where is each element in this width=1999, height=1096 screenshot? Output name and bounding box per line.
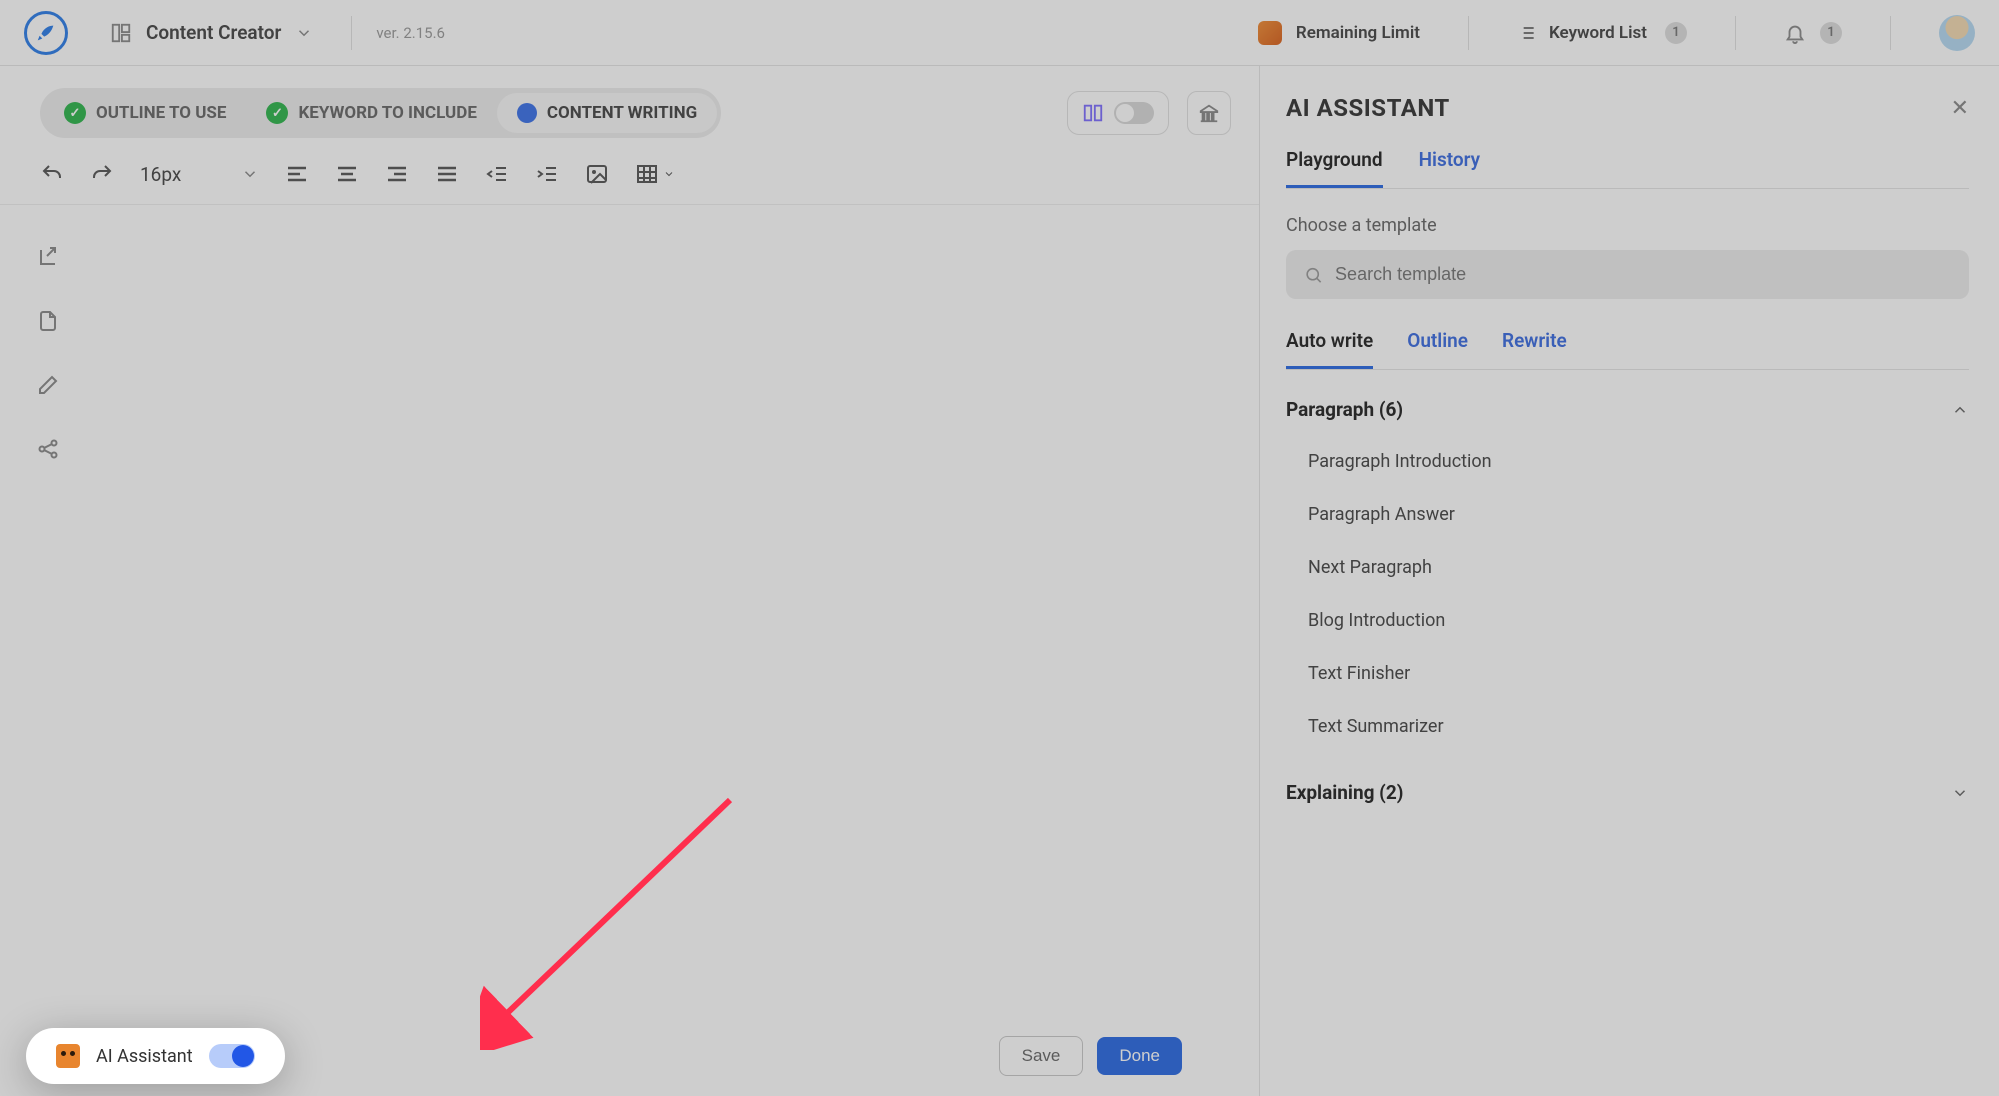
subtab-outline[interactable]: Outline: [1407, 329, 1468, 369]
share-icon[interactable]: [36, 437, 60, 461]
topbar-right: Remaining Limit Keyword List 1 1: [1258, 15, 1975, 51]
align-right-icon[interactable]: [385, 162, 409, 186]
avatar[interactable]: [1939, 15, 1975, 51]
table-icon: [635, 162, 659, 186]
section-paragraph[interactable]: Paragraph (6): [1286, 398, 1969, 421]
align-center-icon[interactable]: [335, 162, 359, 186]
editor-column: OUTLINE TO USE KEYWORD TO INCLUDE CONTEN…: [0, 66, 1259, 1096]
section-explaining-title: Explaining (2): [1286, 781, 1403, 804]
list-icon: [1517, 23, 1537, 43]
brand-title: Content Creator: [146, 21, 281, 44]
import-icon[interactable]: [36, 245, 60, 269]
template-item[interactable]: Text Summarizer: [1286, 700, 1969, 753]
main-layout: OUTLINE TO USE KEYWORD TO INCLUDE CONTEN…: [0, 66, 1999, 1096]
divider: [351, 16, 352, 50]
section-explaining[interactable]: Explaining (2): [1286, 781, 1969, 804]
chevron-down-icon: [295, 24, 313, 42]
layout-switch[interactable]: [1114, 102, 1154, 124]
chevron-down-icon: [663, 168, 675, 180]
check-icon: [64, 102, 86, 124]
notifications-button[interactable]: 1: [1784, 22, 1842, 44]
indent-icon[interactable]: [535, 162, 559, 186]
choose-template-label: Choose a template: [1286, 215, 1969, 236]
subtab-rewrite[interactable]: Rewrite: [1502, 329, 1567, 369]
chevron-down-icon: [241, 165, 259, 183]
chevron-up-icon: [1951, 401, 1969, 419]
align-left-icon[interactable]: [285, 162, 309, 186]
template-item[interactable]: Blog Introduction: [1286, 594, 1969, 647]
ai-assistant-chip[interactable]: AI Assistant: [26, 1028, 285, 1084]
bell-icon: [1784, 22, 1806, 44]
step-row: OUTLINE TO USE KEYWORD TO INCLUDE CONTEN…: [0, 66, 1259, 148]
edit-icon[interactable]: [36, 373, 60, 397]
done-button[interactable]: Done: [1097, 1037, 1182, 1075]
tab-playground[interactable]: Playground: [1286, 148, 1383, 188]
left-rail: [0, 205, 96, 1096]
panel-tabs: Playground History: [1286, 148, 1969, 189]
topbar: Content Creator ver. 2.15.6 Remaining Li…: [0, 0, 1999, 66]
brand-selector[interactable]: Content Creator: [96, 13, 327, 52]
feather-icon: [35, 22, 57, 44]
keyword-list-button[interactable]: Keyword List 1: [1517, 22, 1687, 44]
font-size-value: 16px: [140, 163, 181, 186]
two-column-icon: [1082, 102, 1104, 124]
paragraph-templates: Paragraph Introduction Paragraph Answer …: [1286, 435, 1969, 753]
export-icon[interactable]: [36, 309, 60, 333]
section-paragraph-title: Paragraph (6): [1286, 398, 1403, 421]
editor-toolbar: 16px: [0, 148, 1259, 205]
bot-icon: [56, 1044, 80, 1068]
subtab-auto[interactable]: Auto write: [1286, 329, 1373, 369]
outdent-icon[interactable]: [485, 162, 509, 186]
tab-history[interactable]: History: [1419, 148, 1481, 188]
editor-canvas[interactable]: [96, 205, 1259, 1096]
undo-icon[interactable]: [40, 162, 64, 186]
template-subtabs: Auto write Outline Rewrite: [1286, 329, 1969, 370]
redo-icon[interactable]: [90, 162, 114, 186]
layout-icon: [110, 22, 132, 44]
dot-icon: [517, 103, 537, 123]
ai-toggle[interactable]: [209, 1044, 255, 1068]
template-search-input[interactable]: [1335, 264, 1951, 285]
notif-badge: 1: [1820, 22, 1842, 44]
template-item[interactable]: Paragraph Introduction: [1286, 435, 1969, 488]
check-icon: [266, 102, 288, 124]
app-logo[interactable]: [24, 11, 68, 55]
search-icon: [1304, 265, 1323, 285]
template-item[interactable]: Paragraph Answer: [1286, 488, 1969, 541]
editor-body: [0, 205, 1259, 1096]
credit-icon: [1258, 21, 1282, 45]
keyword-badge: 1: [1665, 22, 1687, 44]
divider: [1468, 16, 1469, 50]
chevron-down-icon: [1951, 784, 1969, 802]
step-content-label: CONTENT WRITING: [547, 103, 697, 123]
bottom-bar: AI Assistant Save Done: [0, 1028, 1212, 1084]
template-search[interactable]: [1286, 250, 1969, 299]
version-label: ver. 2.15.6: [376, 24, 445, 42]
close-icon[interactable]: ✕: [1951, 96, 1969, 121]
template-item[interactable]: Text Finisher: [1286, 647, 1969, 700]
step-keyword-label: KEYWORD TO INCLUDE: [298, 103, 476, 123]
assistant-panel: AI ASSISTANT ✕ Playground History Choose…: [1259, 66, 1999, 1096]
bank-icon: [1198, 102, 1220, 124]
table-dropdown[interactable]: [635, 162, 675, 186]
layout-toggle[interactable]: [1067, 91, 1169, 135]
panel-title: AI ASSISTANT: [1286, 94, 1450, 122]
step-outline[interactable]: OUTLINE TO USE: [44, 92, 246, 134]
step-outline-label: OUTLINE TO USE: [96, 103, 226, 123]
library-button[interactable]: [1187, 91, 1231, 135]
keyword-list-label: Keyword List: [1549, 23, 1647, 43]
save-button[interactable]: Save: [999, 1036, 1084, 1076]
align-justify-icon[interactable]: [435, 162, 459, 186]
image-icon[interactable]: [585, 162, 609, 186]
font-size-select[interactable]: 16px: [140, 163, 259, 186]
divider: [1735, 16, 1736, 50]
divider: [1890, 16, 1891, 50]
remaining-limit[interactable]: Remaining Limit: [1258, 21, 1420, 45]
ai-assistant-label: AI Assistant: [96, 1046, 193, 1067]
step-pills: OUTLINE TO USE KEYWORD TO INCLUDE CONTEN…: [40, 88, 721, 138]
step-keyword[interactable]: KEYWORD TO INCLUDE: [246, 92, 496, 134]
remaining-label: Remaining Limit: [1296, 23, 1420, 43]
step-content[interactable]: CONTENT WRITING: [497, 93, 717, 133]
template-item[interactable]: Next Paragraph: [1286, 541, 1969, 594]
